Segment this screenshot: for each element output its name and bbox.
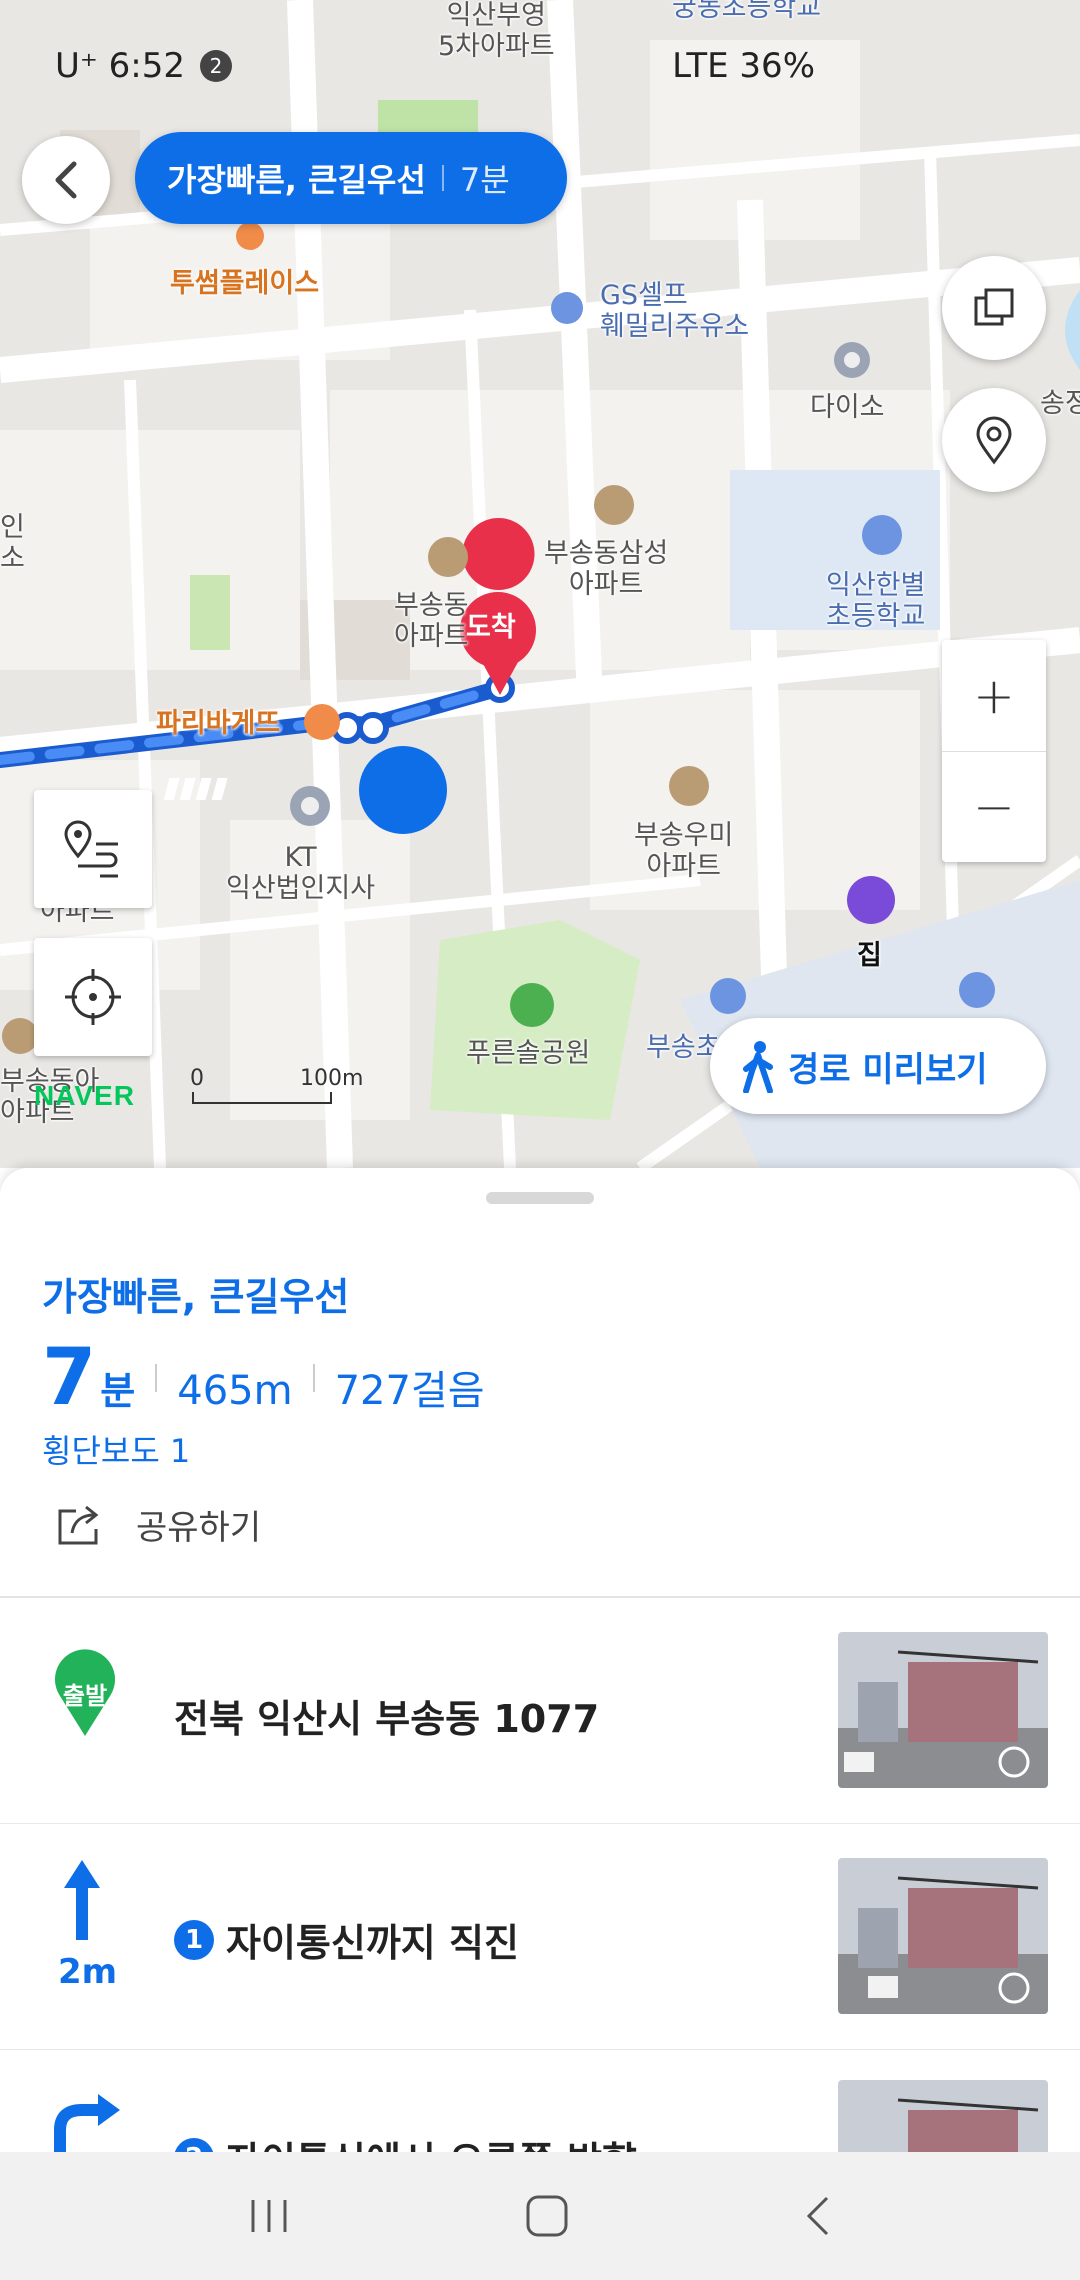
status-time: U⁺ 6:52	[55, 46, 185, 86]
route-option-pill[interactable]: 가장빠른, 큰길우선 7분	[135, 132, 567, 224]
zoom-out-button[interactable]: −	[942, 751, 1046, 862]
scale-bar	[192, 1092, 332, 1104]
share-label: 공유하기	[136, 1508, 262, 1548]
route-preview-button[interactable]: 경로 미리보기	[710, 1018, 1046, 1114]
step-text-row: 2 자이통신에서 오른쪽 방향	[174, 2130, 637, 2152]
step-distance: 2m	[58, 1952, 118, 1992]
status-bar: U⁺ 6:52 2 LTE 36%	[0, 40, 1080, 90]
zoom-in-button[interactable]: +	[942, 640, 1046, 751]
system-navigation-bar	[0, 2152, 1080, 2280]
arrow-up-icon	[64, 1860, 100, 1940]
poi-twosome[interactable]: 투썸플레이스	[170, 268, 319, 299]
recent-apps-icon[interactable]	[247, 2196, 291, 2236]
step-2[interactable]: 2 자이통신에서 오른쪽 방향	[0, 2050, 1080, 2152]
scale-label: 100m	[300, 1066, 364, 1091]
destination-label: 도착	[466, 612, 516, 643]
step-text: 자이통신까지 직진	[226, 1921, 519, 1965]
poi-busong-apt[interactable]: 부송동 아파트	[394, 590, 469, 652]
current-location-button[interactable]	[34, 938, 152, 1056]
poi-kt[interactable]: KT 익산법인지사	[226, 842, 375, 904]
step-1[interactable]: 2m 1 자이통신까지 직진	[0, 1824, 1080, 2050]
back-icon[interactable]	[803, 2194, 833, 2238]
crosswalk-count: 횡단보도 1	[42, 1432, 191, 1470]
layers-icon	[974, 288, 1014, 326]
divider	[441, 165, 444, 191]
turn-right-icon	[54, 2094, 120, 2152]
route-detail-sheet: 가장빠른, 큰길우선 7 분 465m 727걸음 횡단보도 1 공유하기 출발…	[0, 1168, 1080, 2152]
route-settings-icon	[64, 820, 118, 878]
route-option-title: 가장빠른, 큰길우선	[167, 161, 426, 199]
poi-paris-baguette[interactable]: 파리바게뜨	[156, 708, 280, 739]
status-indicators: LTE 36%	[672, 46, 815, 86]
location-pin-button[interactable]	[942, 388, 1046, 492]
notification-count: 2	[200, 50, 232, 82]
walking-person-icon	[743, 1041, 773, 1093]
back-button[interactable]	[22, 136, 110, 224]
poi-hanbyeol-school[interactable]: 익산한별 초등학교	[826, 570, 925, 632]
share-icon	[58, 1505, 99, 1544]
naver-logo: NAVER	[34, 1080, 135, 1111]
poi-busong-samsung[interactable]: 부송동삼성 아파트	[544, 538, 668, 600]
route-stats: 7 분 465m 727걸음	[42, 1333, 485, 1423]
poi-busong-school[interactable]: 부송초	[646, 1032, 721, 1063]
street-view-thumbnail[interactable]	[838, 1858, 1048, 2014]
map-pin-icon	[976, 416, 1012, 465]
crosshair-icon	[65, 969, 121, 1025]
map-scale: 0 100m	[190, 1066, 363, 1106]
poi-school-top[interactable]: 궁동초등학교	[672, 0, 821, 23]
sheet-drag-handle[interactable]	[486, 1192, 594, 1204]
step-text: 자이통신에서 오른쪽 방향	[226, 2130, 637, 2152]
layers-button[interactable]	[942, 256, 1046, 360]
zoom-control: + −	[942, 640, 1046, 862]
scale-zero: 0	[190, 1066, 204, 1091]
map-view[interactable]: 익산부영 5차아파트 궁동초등학교 투썸플레이스 GS셀프 훼밀리주유소 다이소 송…	[0, 0, 1080, 1168]
poi-left-side[interactable]: 인소	[0, 512, 25, 574]
route-options-button[interactable]	[34, 790, 152, 908]
divider	[312, 1364, 315, 1392]
poi-daiso[interactable]: 다이소	[810, 392, 885, 423]
street-view-image	[838, 1632, 1048, 1788]
duration-minutes: 7	[42, 1333, 97, 1423]
street-view-image	[838, 2080, 1048, 2152]
step-number: 2	[174, 2137, 214, 2152]
poi-park[interactable]: 푸른솔공원	[466, 1038, 590, 1069]
duration-unit: 분	[100, 1369, 136, 1413]
chevron-left-icon	[55, 161, 77, 199]
poi-home[interactable]: 집	[857, 940, 882, 971]
share-button[interactable]: 공유하기	[56, 1500, 261, 1549]
street-view-thumbnail[interactable]	[838, 1632, 1048, 1788]
distance: 465m	[177, 1368, 293, 1414]
step-count: 727걸음	[334, 1368, 485, 1414]
step-number: 1	[174, 1919, 214, 1960]
home-icon[interactable]	[524, 2193, 570, 2239]
route-preview-label: 경로 미리보기	[788, 1049, 988, 1090]
step-start[interactable]: 출발 전북 익산시 부송동 1077	[0, 1598, 1080, 1824]
step-text: 전북 익산시 부송동 1077	[174, 1697, 600, 1741]
start-badge-label: 출발	[62, 1682, 108, 1710]
divider	[155, 1364, 158, 1392]
street-view-image	[838, 1858, 1048, 2014]
route-option-time: 7분	[459, 161, 510, 199]
street-view-thumbnail[interactable]	[838, 2080, 1048, 2152]
route-summary-title: 가장빠른, 큰길우선	[42, 1275, 350, 1319]
poi-gs-station[interactable]: GS셀프 훼밀리주유소	[600, 280, 749, 342]
step-text-row: 1 자이통신까지 직진	[174, 1912, 519, 1967]
poi-busong-umi[interactable]: 부송우미 아파트	[634, 820, 733, 882]
poi-songjeong[interactable]: 송정	[1040, 388, 1080, 419]
